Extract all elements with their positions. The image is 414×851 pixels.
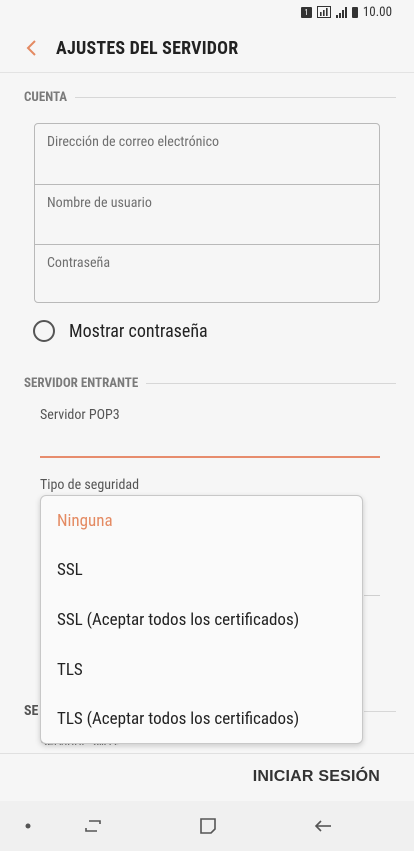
security-type-label: Tipo de seguridad	[40, 477, 140, 493]
screen: 1 10.00 AJUSTES DEL SERVIDOR CUENTA Dire…	[0, 0, 414, 851]
username-placeholder: Nombre de usuario	[47, 195, 152, 211]
signal-icon	[335, 6, 347, 18]
status-bar: 1 10.00	[0, 0, 414, 24]
data-icon	[316, 6, 331, 18]
account-fields: Dirección de correo electrónico Nombre d…	[34, 123, 380, 303]
dropdown-option-ssl[interactable]: SSL	[41, 546, 362, 596]
divider	[364, 595, 380, 596]
password-field[interactable]: Contraseña	[35, 244, 379, 304]
login-button[interactable]: INICIAR SESIÓN	[253, 768, 380, 786]
back-arrow-icon[interactable]	[16, 33, 46, 63]
show-password-option[interactable]: Mostrar contraseña	[33, 320, 208, 342]
password-placeholder: Contraseña	[47, 255, 111, 271]
email-field[interactable]: Dirección de correo electrónico	[35, 124, 379, 184]
recent-apps-icon[interactable]	[78, 801, 108, 851]
app-header: AJUSTES DEL SERVIDOR	[0, 24, 414, 73]
sim-icon: 1	[300, 6, 312, 18]
show-password-label: Mostrar contraseña	[69, 320, 208, 342]
pop3-input[interactable]	[40, 456, 380, 458]
back-icon[interactable]	[308, 801, 338, 851]
clock: 10.00	[362, 4, 392, 20]
navigation-bar	[0, 801, 414, 851]
dot-icon	[18, 801, 38, 851]
divider	[75, 97, 396, 98]
page-title: AJUSTES DEL SERVIDOR	[56, 37, 239, 59]
divider	[146, 383, 396, 384]
footer-divider	[0, 753, 414, 754]
dropdown-option-ninguna[interactable]: Ninguna	[41, 496, 362, 546]
dropdown-option-tls-accept-all[interactable]: TLS (Aceptar todos los certificados)	[41, 694, 362, 744]
username-field[interactable]: Nombre de usuario	[35, 184, 379, 244]
divider	[364, 711, 396, 712]
section-header-outgoing: SE	[24, 703, 39, 719]
section-header-account: CUENTA	[24, 90, 396, 105]
section-label: SERVIDOR ENTRANTE	[24, 376, 139, 391]
email-placeholder: Dirección de correo electrónico	[47, 134, 220, 150]
battery-icon	[351, 6, 358, 18]
home-icon[interactable]	[193, 801, 223, 851]
dropdown-option-tls[interactable]: TLS	[41, 645, 362, 695]
security-type-dropdown: Ninguna SSL SSL (Aceptar todos los certi…	[40, 495, 363, 744]
section-header-incoming: SERVIDOR ENTRANTE	[24, 376, 396, 391]
dropdown-option-ssl-accept-all[interactable]: SSL (Aceptar todos los certificados)	[41, 595, 362, 645]
show-password-radio[interactable]	[33, 320, 55, 342]
pop3-label: Servidor POP3	[40, 407, 120, 423]
section-label: CUENTA	[24, 90, 68, 105]
